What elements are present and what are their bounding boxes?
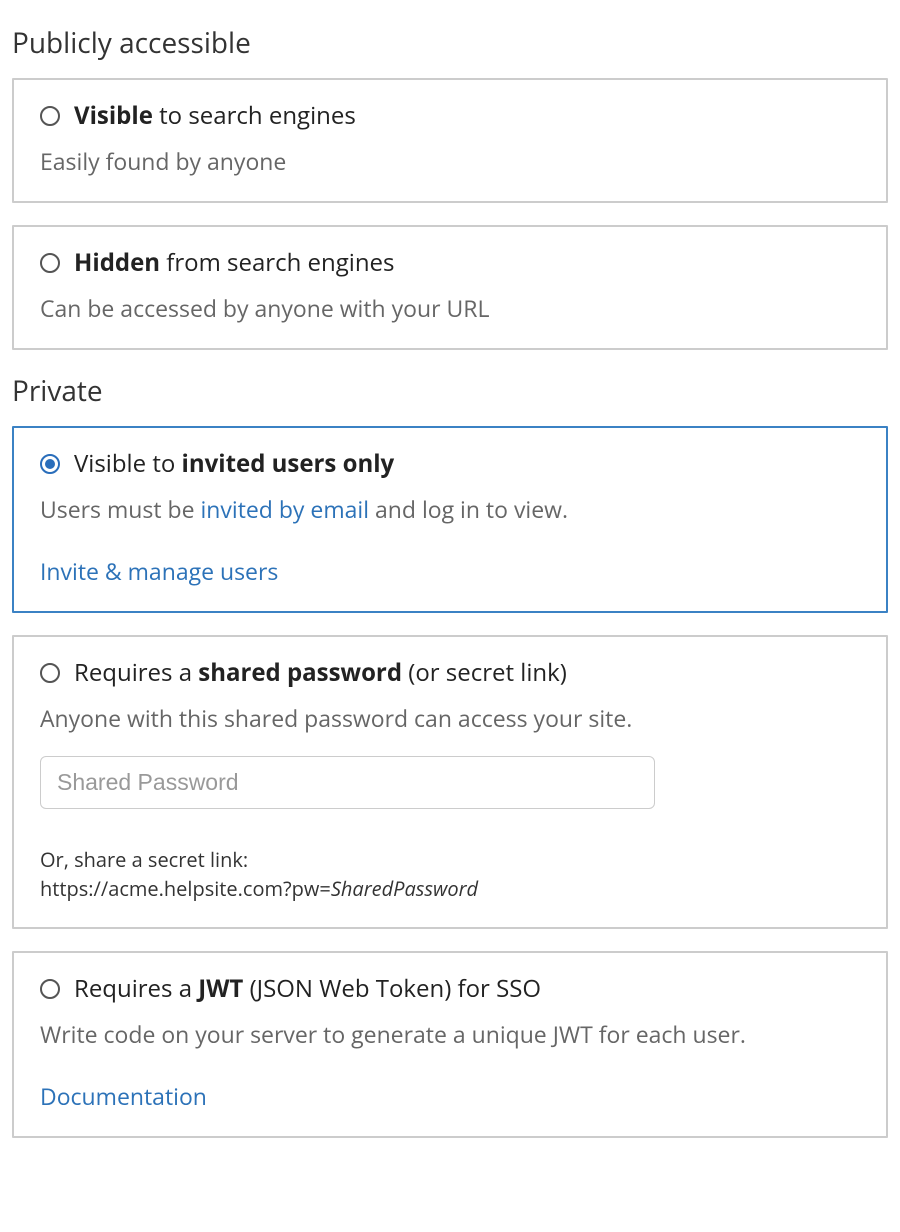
- option-title-rest: to search engines: [153, 99, 356, 132]
- option-jwt[interactable]: Requires a JWT (JSON Web Token) for SSO …: [12, 951, 888, 1138]
- radio-invited-only[interactable]: [40, 454, 60, 474]
- option-visible-search[interactable]: Visible to search engines Easily found b…: [12, 78, 888, 203]
- option-desc: Users must be invited by email and log i…: [40, 493, 860, 525]
- option-title: Requires a JWT (JSON Web Token) for SSO: [74, 975, 541, 1004]
- secret-url-base: https://acme.helpsite.com?pw=: [40, 875, 331, 902]
- option-title: Hidden from search engines: [74, 249, 394, 278]
- option-title-bold: Hidden: [74, 246, 160, 279]
- option-title-suffix: (or secret link): [402, 656, 567, 689]
- radio-visible-search[interactable]: [40, 106, 60, 126]
- desc-before: Users must be: [40, 493, 200, 525]
- secret-url-pw: SharedPassword: [331, 875, 478, 902]
- option-desc: Anyone with this shared password can acc…: [40, 702, 860, 734]
- secret-link-label: Or, share a secret link:: [40, 845, 860, 874]
- radio-hidden-search[interactable]: [40, 253, 60, 273]
- invite-manage-users-link[interactable]: Invite & manage users: [40, 555, 278, 587]
- option-hidden-search[interactable]: Hidden from search engines Can be access…: [12, 225, 888, 350]
- option-invited-only[interactable]: Visible to invited users only Users must…: [12, 426, 888, 613]
- option-title-prefix: Visible to: [74, 447, 182, 480]
- invited-by-email-link[interactable]: invited by email: [200, 493, 369, 525]
- option-title-prefix: Requires a: [74, 972, 198, 1005]
- desc-after: and log in to view.: [369, 493, 568, 525]
- option-desc: Write code on your server to generate a …: [40, 1018, 860, 1050]
- secret-link-url: https://acme.helpsite.com?pw=SharedPassw…: [40, 874, 860, 903]
- option-title: Requires a shared password (or secret li…: [74, 659, 567, 688]
- option-desc: Easily found by anyone: [40, 145, 860, 177]
- option-title: Visible to search engines: [74, 102, 356, 131]
- section-title-public: Publicly accessible: [12, 24, 888, 62]
- option-title-bold: Visible: [74, 99, 153, 132]
- option-title-prefix: Requires a: [74, 656, 198, 689]
- radio-jwt[interactable]: [40, 979, 60, 999]
- option-title: Visible to invited users only: [74, 450, 394, 479]
- option-title-bold: JWT: [198, 972, 243, 1005]
- option-title-bold: shared password: [198, 656, 402, 689]
- documentation-link[interactable]: Documentation: [40, 1080, 207, 1112]
- shared-password-input[interactable]: [40, 756, 655, 809]
- radio-shared-password[interactable]: [40, 663, 60, 683]
- option-desc: Can be accessed by anyone with your URL: [40, 292, 860, 324]
- option-title-suffix: (JSON Web Token) for SSO: [243, 972, 541, 1005]
- option-shared-password[interactable]: Requires a shared password (or secret li…: [12, 635, 888, 929]
- option-title-bold: invited users only: [182, 447, 395, 480]
- option-title-rest: from search engines: [160, 246, 394, 279]
- section-title-private: Private: [12, 372, 888, 410]
